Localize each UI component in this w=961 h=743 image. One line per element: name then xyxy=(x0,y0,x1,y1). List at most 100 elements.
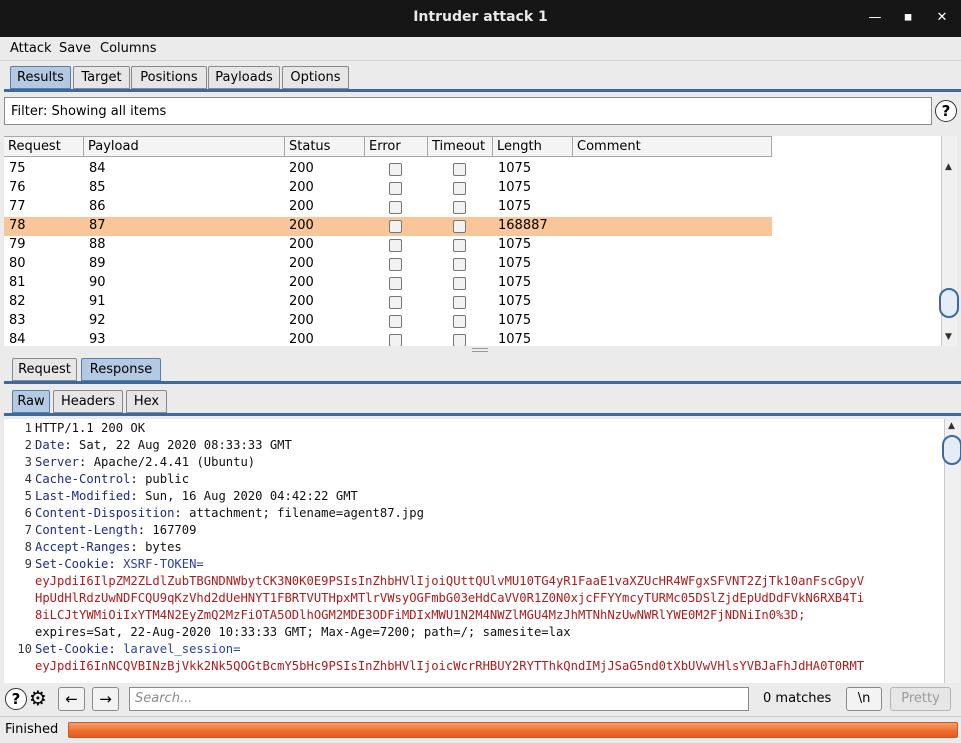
results-scrollbar[interactable]: ▲ ▼ xyxy=(939,136,959,346)
table-row[interactable]: 76 85 200 1075 xyxy=(4,179,772,198)
line-number: 1 xyxy=(24,421,32,435)
error-checkbox xyxy=(389,334,402,346)
cookie-value: 8iLCJtYWMiOiIxYTM4N2EyZmQ2MzFiOTA5ODlhOG… xyxy=(35,608,806,622)
search-back-button[interactable]: ← xyxy=(58,687,85,711)
status-cell: 200 xyxy=(289,332,314,346)
col-timeout[interactable]: Timeout xyxy=(428,136,493,157)
minimize-button[interactable]: — xyxy=(866,9,884,27)
line-number: 8 xyxy=(24,540,32,554)
status-text: Finished xyxy=(5,722,59,737)
menu-columns[interactable]: Columns xyxy=(100,41,157,56)
cookie-name: laravel_session= xyxy=(123,642,241,656)
status-cell: 200 xyxy=(289,199,314,214)
header-key: Last-Modified xyxy=(35,489,131,503)
table-row[interactable]: 79 88 200 1075 xyxy=(4,236,772,255)
scroll-up-icon[interactable]: ▲ xyxy=(945,162,952,172)
tab-target[interactable]: Target xyxy=(73,66,130,89)
table-row[interactable]: 84 93 200 1075 xyxy=(4,331,772,346)
tab-hex[interactable]: Hex xyxy=(126,390,167,413)
code-line: Content-Disposition: attachment; filenam… xyxy=(35,506,424,520)
tab-positions[interactable]: Positions xyxy=(131,66,207,89)
code-line: Cache-Control: public xyxy=(35,472,189,486)
length-cell: 1075 xyxy=(498,256,532,271)
header-value: Apache/2.4.41 (Ubuntu) xyxy=(93,455,256,469)
payload-cell: 89 xyxy=(89,256,106,271)
error-checkbox xyxy=(389,220,402,233)
search-forward-button[interactable]: → xyxy=(92,687,119,711)
tab-options[interactable]: Options xyxy=(282,66,349,89)
window-title: Intruder attack 1 xyxy=(413,9,548,25)
header-key: Cache-Control xyxy=(35,472,131,486)
tab-payloads[interactable]: Payloads xyxy=(208,66,280,89)
line-number: 6 xyxy=(24,506,32,520)
payload-cell: 84 xyxy=(89,161,106,176)
table-row[interactable]: 82 91 200 1075 xyxy=(4,293,772,312)
results-scroll-thumb[interactable] xyxy=(939,288,959,318)
tab-response[interactable]: Response xyxy=(81,358,161,381)
response-editor[interactable]: 1 HTTP/1.1 200 OK 2 Date: Sat, 22 Aug 2020 … xyxy=(4,419,944,683)
code-line: eyJpdiI6InNCQVBINzBjVkk2Nk5QOGtBcmY5bHc9… xyxy=(35,659,864,673)
table-row[interactable]: 83 92 200 1075 xyxy=(4,312,772,331)
header-key: Date xyxy=(35,438,65,452)
line-number: 2 xyxy=(24,438,32,452)
table-row[interactable]: 81 90 200 1075 xyxy=(4,274,772,293)
code-line: Set-Cookie: XSRF-TOKEN= xyxy=(35,557,204,571)
col-status[interactable]: Status xyxy=(285,136,365,157)
table-row[interactable]: 80 89 200 1075 xyxy=(4,255,772,274)
timeout-checkbox xyxy=(453,239,466,252)
maximize-button[interactable]: ◼ xyxy=(899,9,917,27)
table-row[interactable]: 75 84 200 1075 xyxy=(4,160,772,179)
settings-gear-icon[interactable]: ⚙ xyxy=(29,686,47,710)
view-tab-underline xyxy=(4,413,961,416)
response-scrollbar[interactable]: ▲ xyxy=(942,419,961,683)
menu-save[interactable]: Save xyxy=(59,41,91,56)
search-match-count: 0 matches xyxy=(763,691,832,706)
status-cell: 200 xyxy=(289,256,314,271)
filter-help-icon[interactable]: ? xyxy=(935,100,957,122)
tab-headers[interactable]: Headers xyxy=(53,390,123,413)
col-length[interactable]: Length xyxy=(493,136,573,157)
cookie-name: XSRF-TOKEN= xyxy=(123,557,204,571)
code-line: HTTP/1.1 200 OK xyxy=(35,421,145,435)
payload-cell: 92 xyxy=(89,313,106,328)
payload-cell: 86 xyxy=(89,199,106,214)
header-value: HTTP/1.1 200 OK xyxy=(35,421,146,435)
title-bar: Intruder attack 1 — ◼ ✕ xyxy=(0,0,961,37)
header-value: attachment; filename=agent87.jpg xyxy=(189,506,424,520)
code-line: Last-Modified: Sun, 16 Aug 2020 04:42:22… xyxy=(35,489,358,503)
pretty-button[interactable]: Pretty xyxy=(890,687,951,711)
status-cell: 200 xyxy=(289,218,314,233)
payload-cell: 88 xyxy=(89,237,106,252)
tab-raw[interactable]: Raw xyxy=(12,390,50,413)
code-line: eyJpdiI6IlpZM2ZLdlZubTBGNDNWbytCK3N0K0E9… xyxy=(35,574,864,588)
search-input[interactable]: Search... xyxy=(129,687,749,711)
status-cell: 200 xyxy=(289,180,314,195)
col-request[interactable]: Request xyxy=(4,136,84,157)
tab-request[interactable]: Request xyxy=(12,358,77,381)
header-value: Sun, 16 Aug 2020 04:42:22 GMT xyxy=(145,489,358,503)
attack-progress-bar xyxy=(68,722,958,738)
main-tab-underline xyxy=(4,89,961,92)
col-error[interactable]: Error xyxy=(365,136,428,157)
table-row[interactable]: 78 87 200 168887 xyxy=(4,217,772,236)
header-value: Sat, 22 Aug 2020 08:33:33 GMT xyxy=(79,438,292,452)
splitter-handle[interactable] xyxy=(472,348,488,352)
newline-toggle-button[interactable]: \n xyxy=(846,687,882,711)
response-scroll-thumb[interactable] xyxy=(942,435,961,465)
line-number: 9 xyxy=(24,557,32,571)
col-comment[interactable]: Comment xyxy=(573,136,772,157)
header-separator: : xyxy=(130,489,146,503)
status-cell: 200 xyxy=(289,161,314,176)
cookie-value: eyJpdiI6IlpZM2ZLdlZubTBGNDNWbytCK3N0K0E9… xyxy=(35,574,865,588)
menu-attack[interactable]: Attack xyxy=(10,41,52,56)
payload-cell: 87 xyxy=(89,218,106,233)
table-row[interactable]: 77 86 200 1075 xyxy=(4,198,772,217)
help-icon[interactable]: ? xyxy=(5,688,27,710)
filter-bar[interactable]: Filter: Showing all items xyxy=(4,97,932,125)
scroll-down-icon[interactable]: ▼ xyxy=(945,332,952,342)
status-cell: 200 xyxy=(289,275,314,290)
close-button[interactable]: ✕ xyxy=(933,9,951,27)
editor-scroll-up-icon[interactable]: ▲ xyxy=(948,421,955,431)
col-payload[interactable]: Payload xyxy=(84,136,285,157)
tab-results[interactable]: Results xyxy=(10,66,71,89)
